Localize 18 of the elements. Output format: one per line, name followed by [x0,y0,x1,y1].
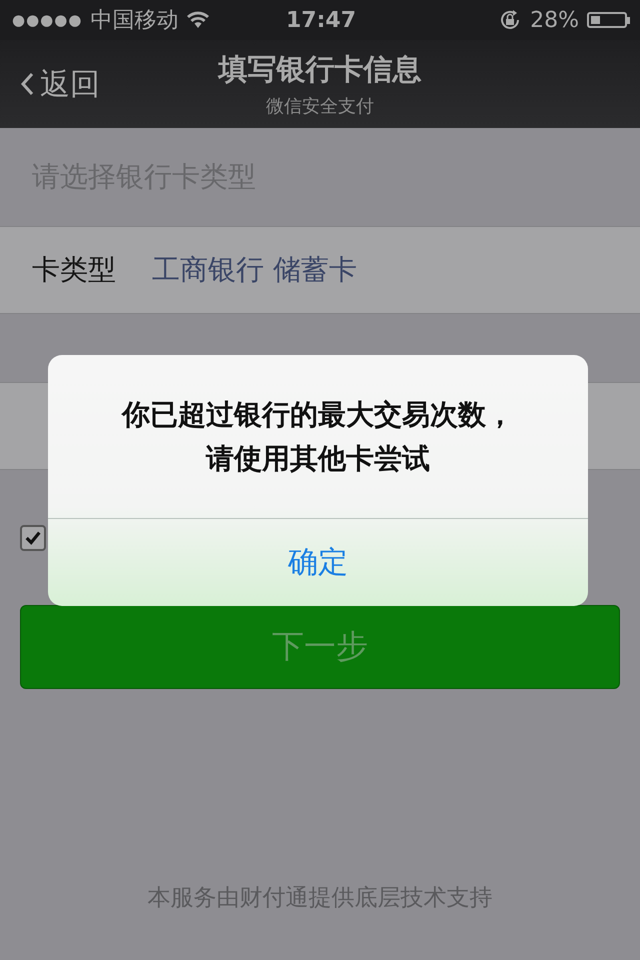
alert-message: 请使用其他卡尝试 [206,440,430,476]
check-icon [24,528,42,546]
alert-message: 你已超过银行的最大交易次数， [122,396,514,432]
clock-time: 17:47 [286,8,356,32]
battery-icon [587,12,627,28]
battery-percent: 28% [530,8,579,32]
row-label: 卡类型 [32,252,116,288]
row-value: 工商银行 储蓄卡 [152,252,357,288]
page-title: 填写银行卡信息 [216,51,422,88]
agreement-checkbox[interactable] [20,524,46,550]
page-subtitle: 微信安全支付 [265,95,375,118]
signal-dots: ●●●●● [12,11,82,29]
wifi-icon [186,11,210,29]
confirm-button[interactable]: 确定 [48,519,588,606]
chevron-left-icon [20,72,34,96]
form-row[interactable]: 卡类型 工商银行 储蓄卡 [0,226,640,314]
carrier-name: 中国移动 [90,7,178,35]
back-button[interactable]: 返回 [0,56,100,112]
